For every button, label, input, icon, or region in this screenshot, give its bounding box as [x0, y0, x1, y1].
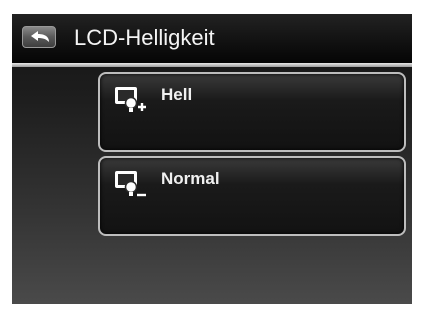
camera-menu-screen: LCD-Helligkeit Hell Normal	[12, 14, 412, 304]
page-title: LCD-Helligkeit	[74, 25, 215, 50]
option-label: Hell	[161, 85, 193, 104]
back-arrow-icon	[31, 31, 49, 42]
option-normal[interactable]: Normal	[98, 156, 406, 236]
brightness-plus-icon	[115, 87, 146, 112]
option-label: Normal	[161, 169, 220, 188]
back-button[interactable]	[22, 26, 56, 48]
option-hell[interactable]: Hell	[98, 72, 406, 152]
header-bar: LCD-Helligkeit	[12, 14, 412, 63]
brightness-minus-icon	[115, 171, 146, 197]
header-divider	[12, 63, 412, 67]
